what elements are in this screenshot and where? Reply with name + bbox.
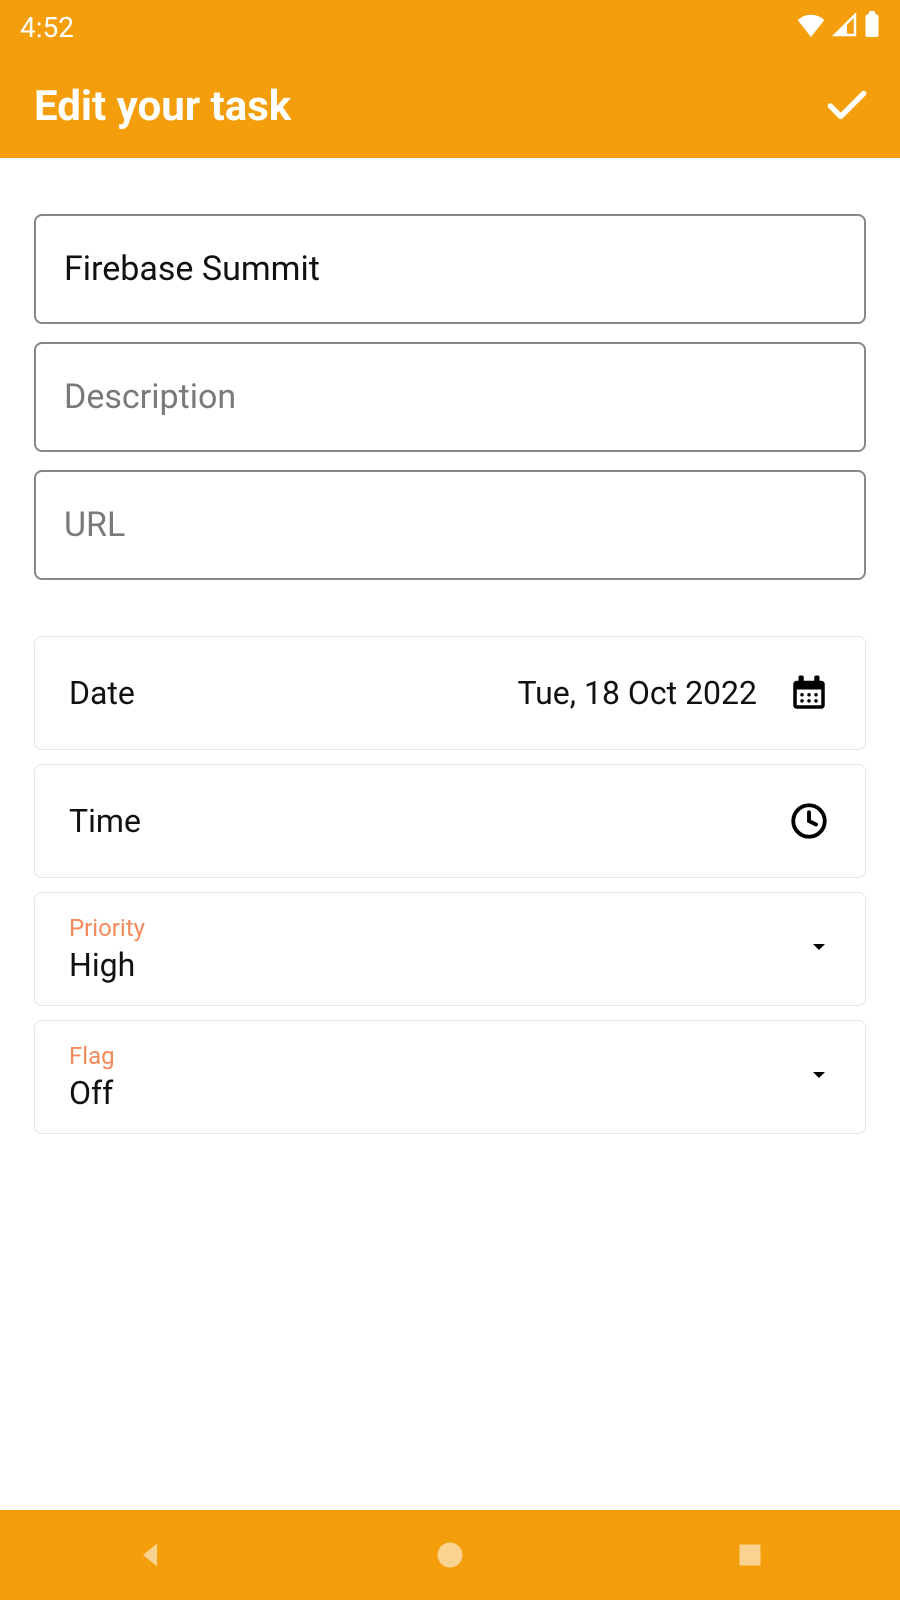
chevron-down-icon [807,935,831,963]
description-input[interactable] [64,377,836,417]
date-value: Tue, 18 Oct 2022 [518,674,757,712]
status-bar: 4:52 [0,0,900,54]
priority-value: High [69,946,831,984]
title-field-container [34,214,866,324]
description-field-container [34,342,866,452]
nav-bar [0,1510,900,1600]
flag-row[interactable]: Flag Off [34,1020,866,1134]
triangle-left-icon [133,1538,167,1572]
url-input[interactable] [64,505,836,545]
clock-icon [787,799,831,843]
date-label: Date [69,674,135,712]
nav-back-button[interactable] [125,1530,175,1580]
date-row[interactable]: Date Tue, 18 Oct 2022 [34,636,866,750]
battery-icon [864,11,880,44]
calendar-icon [787,671,831,715]
form-content: Date Tue, 18 Oct 2022 Time [0,158,900,1134]
confirm-button[interactable] [822,81,872,131]
chevron-down-icon [807,1063,831,1091]
circle-icon [435,1540,465,1570]
title-input[interactable] [64,249,836,289]
time-label: Time [69,802,141,840]
time-row[interactable]: Time [34,764,866,878]
signal-icon [832,11,858,44]
check-icon [822,81,872,131]
status-time: 4:52 [20,11,74,44]
status-right [796,11,880,44]
square-icon [736,1541,764,1569]
flag-value: Off [69,1074,831,1112]
url-field-container [34,470,866,580]
page-title: Edit your task [34,82,291,131]
app-bar: Edit your task [0,54,900,158]
nav-recent-button[interactable] [725,1530,775,1580]
priority-label: Priority [69,914,831,942]
wifi-icon [796,11,826,44]
nav-home-button[interactable] [425,1530,475,1580]
flag-label: Flag [69,1042,831,1070]
priority-row[interactable]: Priority High [34,892,866,1006]
